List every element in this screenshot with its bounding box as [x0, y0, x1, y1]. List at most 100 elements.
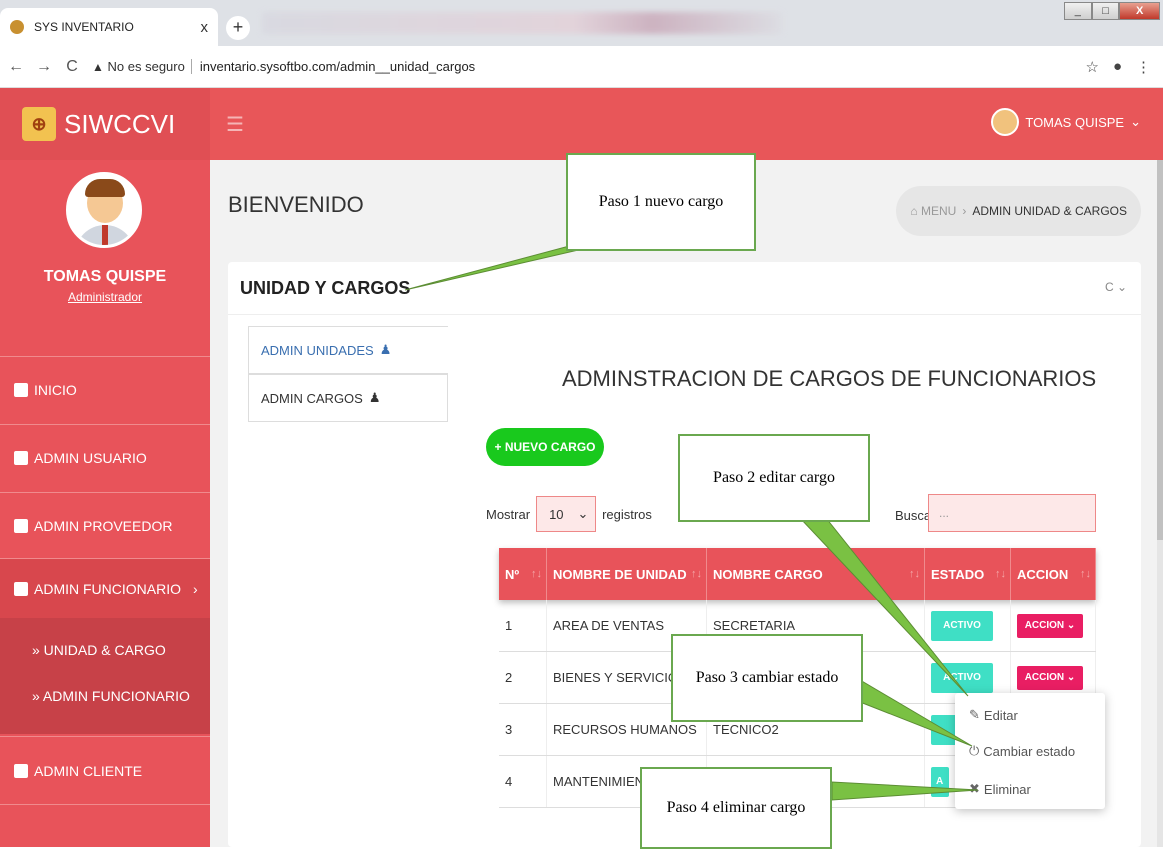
card-tools[interactable]: C ⌄: [1105, 280, 1127, 294]
breadcrumb-separator: ›: [962, 204, 967, 218]
tab-label: ADMIN UNIDADES: [261, 342, 374, 358]
sidebar-user-role[interactable]: Administrador: [0, 290, 210, 304]
sidebar-item-admin-cliente[interactable]: ADMIN CLIENTE: [0, 736, 210, 804]
status-badge[interactable]: A: [931, 766, 949, 797]
logo-icon: ⊕: [22, 107, 56, 141]
menu-item-label: Cambiar estado: [983, 743, 1076, 759]
status-badge[interactable]: ACTIVO: [931, 662, 993, 693]
reload-button[interactable]: C: [60, 58, 84, 76]
cell-number: 4: [499, 756, 547, 807]
sort-icon: ↑↓: [995, 568, 1006, 580]
chevron-right-icon: ›: [193, 580, 198, 597]
sidebar-subitem-admin-funcionario[interactable]: » ADMIN FUNCIONARIO: [32, 688, 190, 704]
back-button[interactable]: ←: [4, 58, 28, 76]
scrollbar-thumb[interactable]: [1157, 160, 1163, 540]
cell-number: 3: [499, 704, 547, 755]
times-icon: ✖: [969, 781, 980, 796]
action-button[interactable]: ACCION ⌄: [1017, 665, 1083, 690]
cell-number: 1: [499, 600, 547, 651]
menu-item-eliminar[interactable]: ✖ Eliminar: [969, 781, 1031, 797]
table-header: Nº ↑↓ NOMBRE DE UNIDAD ↑↓ NOMBRE CARGO ↑↓ E…: [499, 548, 1096, 600]
profile-icon[interactable]: ●: [1113, 58, 1122, 76]
column-header-cargo[interactable]: NOMBRE CARGO ↑↓: [707, 548, 925, 600]
window-controls: _ □ X: [1064, 2, 1161, 22]
dashboard-icon: [14, 382, 28, 397]
chevron-down-icon: ⌄: [1130, 114, 1141, 129]
status-badge[interactable]: ACTIVO: [931, 610, 993, 641]
tab-admin-cargos[interactable]: ADMIN CARGOS ♟: [248, 374, 448, 422]
sidebar-item-admin-funcionario[interactable]: ADMIN FUNCIONARIO ›: [0, 558, 210, 618]
address-bar: ← → C ▲ No es seguro inventario.sysoftbo…: [0, 46, 1163, 88]
forward-button[interactable]: →: [32, 58, 56, 76]
menu-toggle-icon[interactable]: ☰: [226, 112, 244, 137]
tab-label: ADMIN CARGOS: [261, 390, 363, 406]
chevron-down-icon: ⌄: [577, 506, 589, 521]
breadcrumb-root[interactable]: MENU: [921, 204, 956, 218]
app-header: ⊕ SIWCCVI ☰ TOMAS QUISPE ⌄: [0, 88, 1163, 160]
new-cargo-button[interactable]: + NUEVO CARGO: [486, 428, 604, 466]
sidebar-item-divider: [0, 804, 210, 847]
users-icon: [14, 518, 28, 533]
sidebar-item-admin-usuario[interactable]: ADMIN USUARIO: [0, 424, 210, 490]
section-title: ADMINSTRACION DE CARGOS DE FUNCIONARIOS: [562, 366, 1097, 391]
menu-item-label: Eliminar: [983, 781, 1031, 797]
callout-step-3: Paso 3 cambiar estado: [671, 634, 863, 722]
column-header-number[interactable]: Nº ↑↓: [499, 548, 547, 600]
user-plus-icon: [14, 763, 28, 778]
cell-number: 2: [499, 652, 547, 703]
page-scrollbar[interactable]: [1157, 160, 1163, 847]
warning-icon: ▲: [92, 60, 104, 74]
page-length-select[interactable]: 10 ⌄: [536, 496, 597, 532]
maximize-button[interactable]: □: [1091, 2, 1120, 20]
menu-item-editar[interactable]: ✎ Editar: [969, 707, 1018, 723]
url-field[interactable]: inventario.sysoftbo.com/admin__unidad_ca…: [190, 59, 475, 74]
user-icon: [14, 450, 28, 465]
sidebar: TOMAS QUISPE Administrador INICIO ADMIN …: [0, 160, 210, 847]
callout-step-2: Paso 2 editar cargo: [678, 434, 870, 522]
user-avatar: [991, 108, 1020, 136]
user-menu[interactable]: TOMAS QUISPE ⌄: [991, 108, 1141, 136]
bookmark-star-icon[interactable]: ☆: [1085, 58, 1098, 76]
menu-item-label: Editar: [983, 707, 1018, 723]
sidebar-item-label: ADMIN USUARIO: [34, 449, 147, 466]
sidebar-item-admin-proveedor[interactable]: ADMIN PROVEEDOR: [0, 492, 210, 558]
menu-item-cambiar-estado[interactable]: ⏻ Cambiar estado: [969, 743, 1075, 759]
sort-icon: ↑↓: [1080, 568, 1091, 580]
sidebar-user-name: TOMAS QUISPE: [43, 268, 167, 285]
briefcase-icon: [14, 581, 28, 596]
power-icon: ⏻: [969, 743, 980, 758]
browser-menu-icon[interactable]: ⋮: [1136, 58, 1151, 76]
tab-close-button[interactable]: x: [201, 19, 209, 36]
sort-icon: ↑↓: [531, 568, 542, 580]
sort-icon: ↑↓: [909, 568, 920, 580]
security-indicator[interactable]: ▲ No es seguro: [92, 59, 185, 74]
sort-icon: ↑↓: [691, 568, 702, 580]
sidebar-avatar: [66, 172, 142, 248]
column-header-estado[interactable]: ESTADO ↑↓: [925, 548, 1011, 600]
brand[interactable]: ⊕ SIWCCVI: [0, 88, 210, 160]
show-label: Mostrar: [486, 506, 531, 522]
sidebar-item-inicio[interactable]: INICIO: [0, 356, 210, 422]
user-icon: ♟: [379, 342, 392, 357]
close-window-button[interactable]: X: [1119, 2, 1161, 20]
brand-name: SIWCCVI: [64, 108, 176, 139]
action-button[interactable]: ACCION ⌄: [1017, 613, 1083, 638]
browser-tab-bar: SYS INVENTARIO x + _ □ X: [0, 0, 1163, 46]
column-header-accion[interactable]: ACCION ↑↓: [1011, 548, 1096, 600]
action-dropdown-menu: ✎ Editar ⏻ Cambiar estado ✖ Eliminar: [955, 693, 1105, 809]
browser-tab[interactable]: SYS INVENTARIO x: [0, 8, 218, 46]
tab-admin-unidades[interactable]: ADMIN UNIDADES ♟: [248, 326, 448, 374]
column-header-unidad[interactable]: NOMBRE DE UNIDAD ↑↓: [547, 548, 707, 600]
card-title: UNIDAD Y CARGOS: [240, 278, 411, 298]
page-length-control: Mostrar 10 ⌄ registros: [486, 496, 652, 532]
home-icon: ⌂: [910, 204, 921, 218]
breadcrumb-current: ADMIN UNIDAD & CARGOS: [972, 204, 1127, 218]
blurred-background-window: [262, 12, 782, 34]
new-tab-button[interactable]: +: [226, 16, 250, 40]
minimize-button[interactable]: _: [1064, 2, 1092, 20]
sidebar-item-label: INICIO: [34, 381, 77, 398]
sidebar-subitem-unidad-cargo[interactable]: » UNIDAD & CARGO: [32, 642, 166, 658]
site-favicon-icon: [10, 20, 24, 34]
search-input[interactable]: ...: [928, 494, 1096, 532]
tab-title: SYS INVENTARIO: [34, 20, 134, 34]
